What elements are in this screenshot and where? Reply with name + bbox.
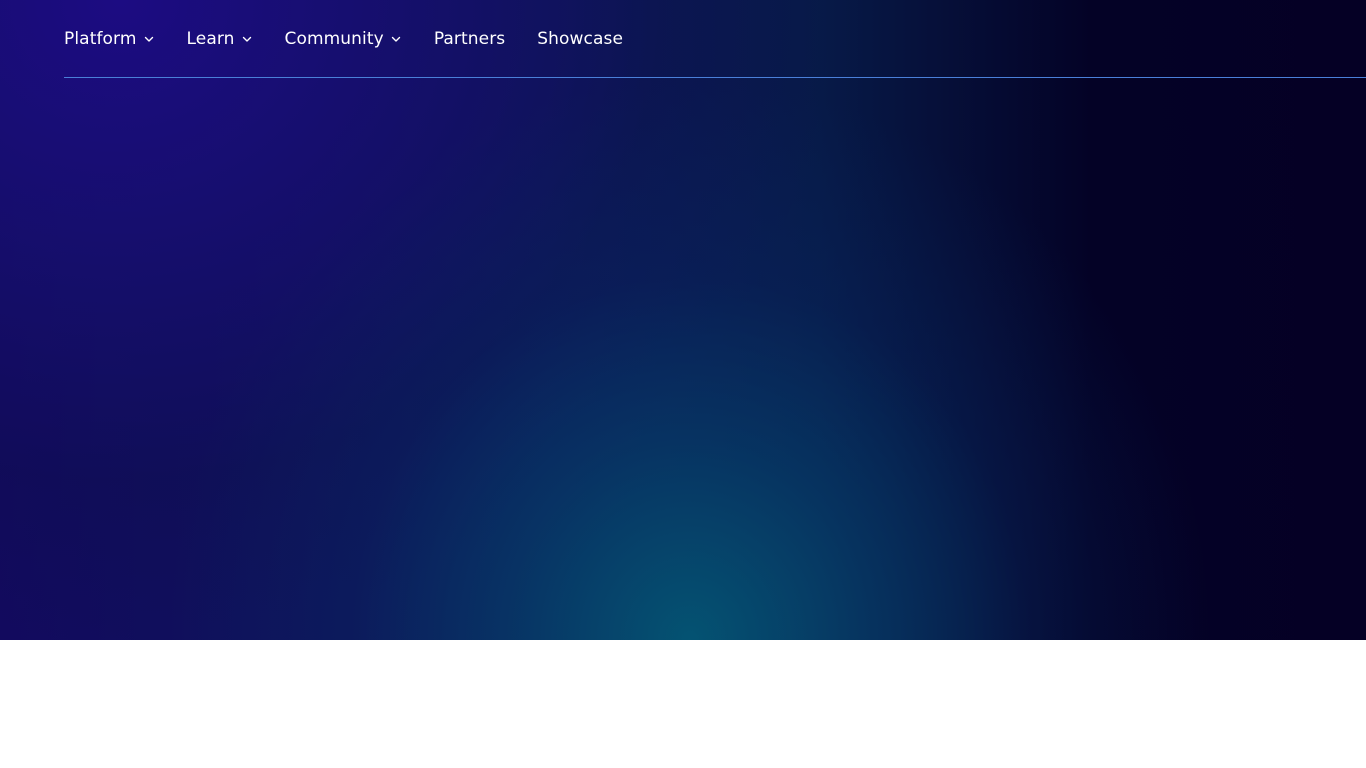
page-content-area — [0, 640, 1366, 768]
nav-item-label: Showcase — [537, 28, 624, 49]
nav-item-learn[interactable]: Learn — [187, 29, 253, 49]
nav-item-label: Community — [284, 28, 384, 49]
top-navigation: Platform Learn Community Partners Showca… — [64, 0, 1366, 78]
nav-item-label: Platform — [64, 28, 137, 49]
nav-item-label: Learn — [186, 28, 235, 49]
nav-item-label: Partners — [433, 28, 506, 49]
nav-item-community[interactable]: Community — [285, 29, 402, 49]
nav-item-showcase[interactable]: Showcase — [537, 29, 623, 49]
hero-banner: Platform Learn Community Partners Showca… — [0, 0, 1366, 640]
chevron-down-icon — [143, 33, 155, 45]
nav-item-platform[interactable]: Platform — [64, 29, 155, 49]
chevron-down-icon — [390, 33, 402, 45]
chevron-down-icon — [241, 33, 253, 45]
nav-item-partners[interactable]: Partners — [434, 29, 505, 49]
